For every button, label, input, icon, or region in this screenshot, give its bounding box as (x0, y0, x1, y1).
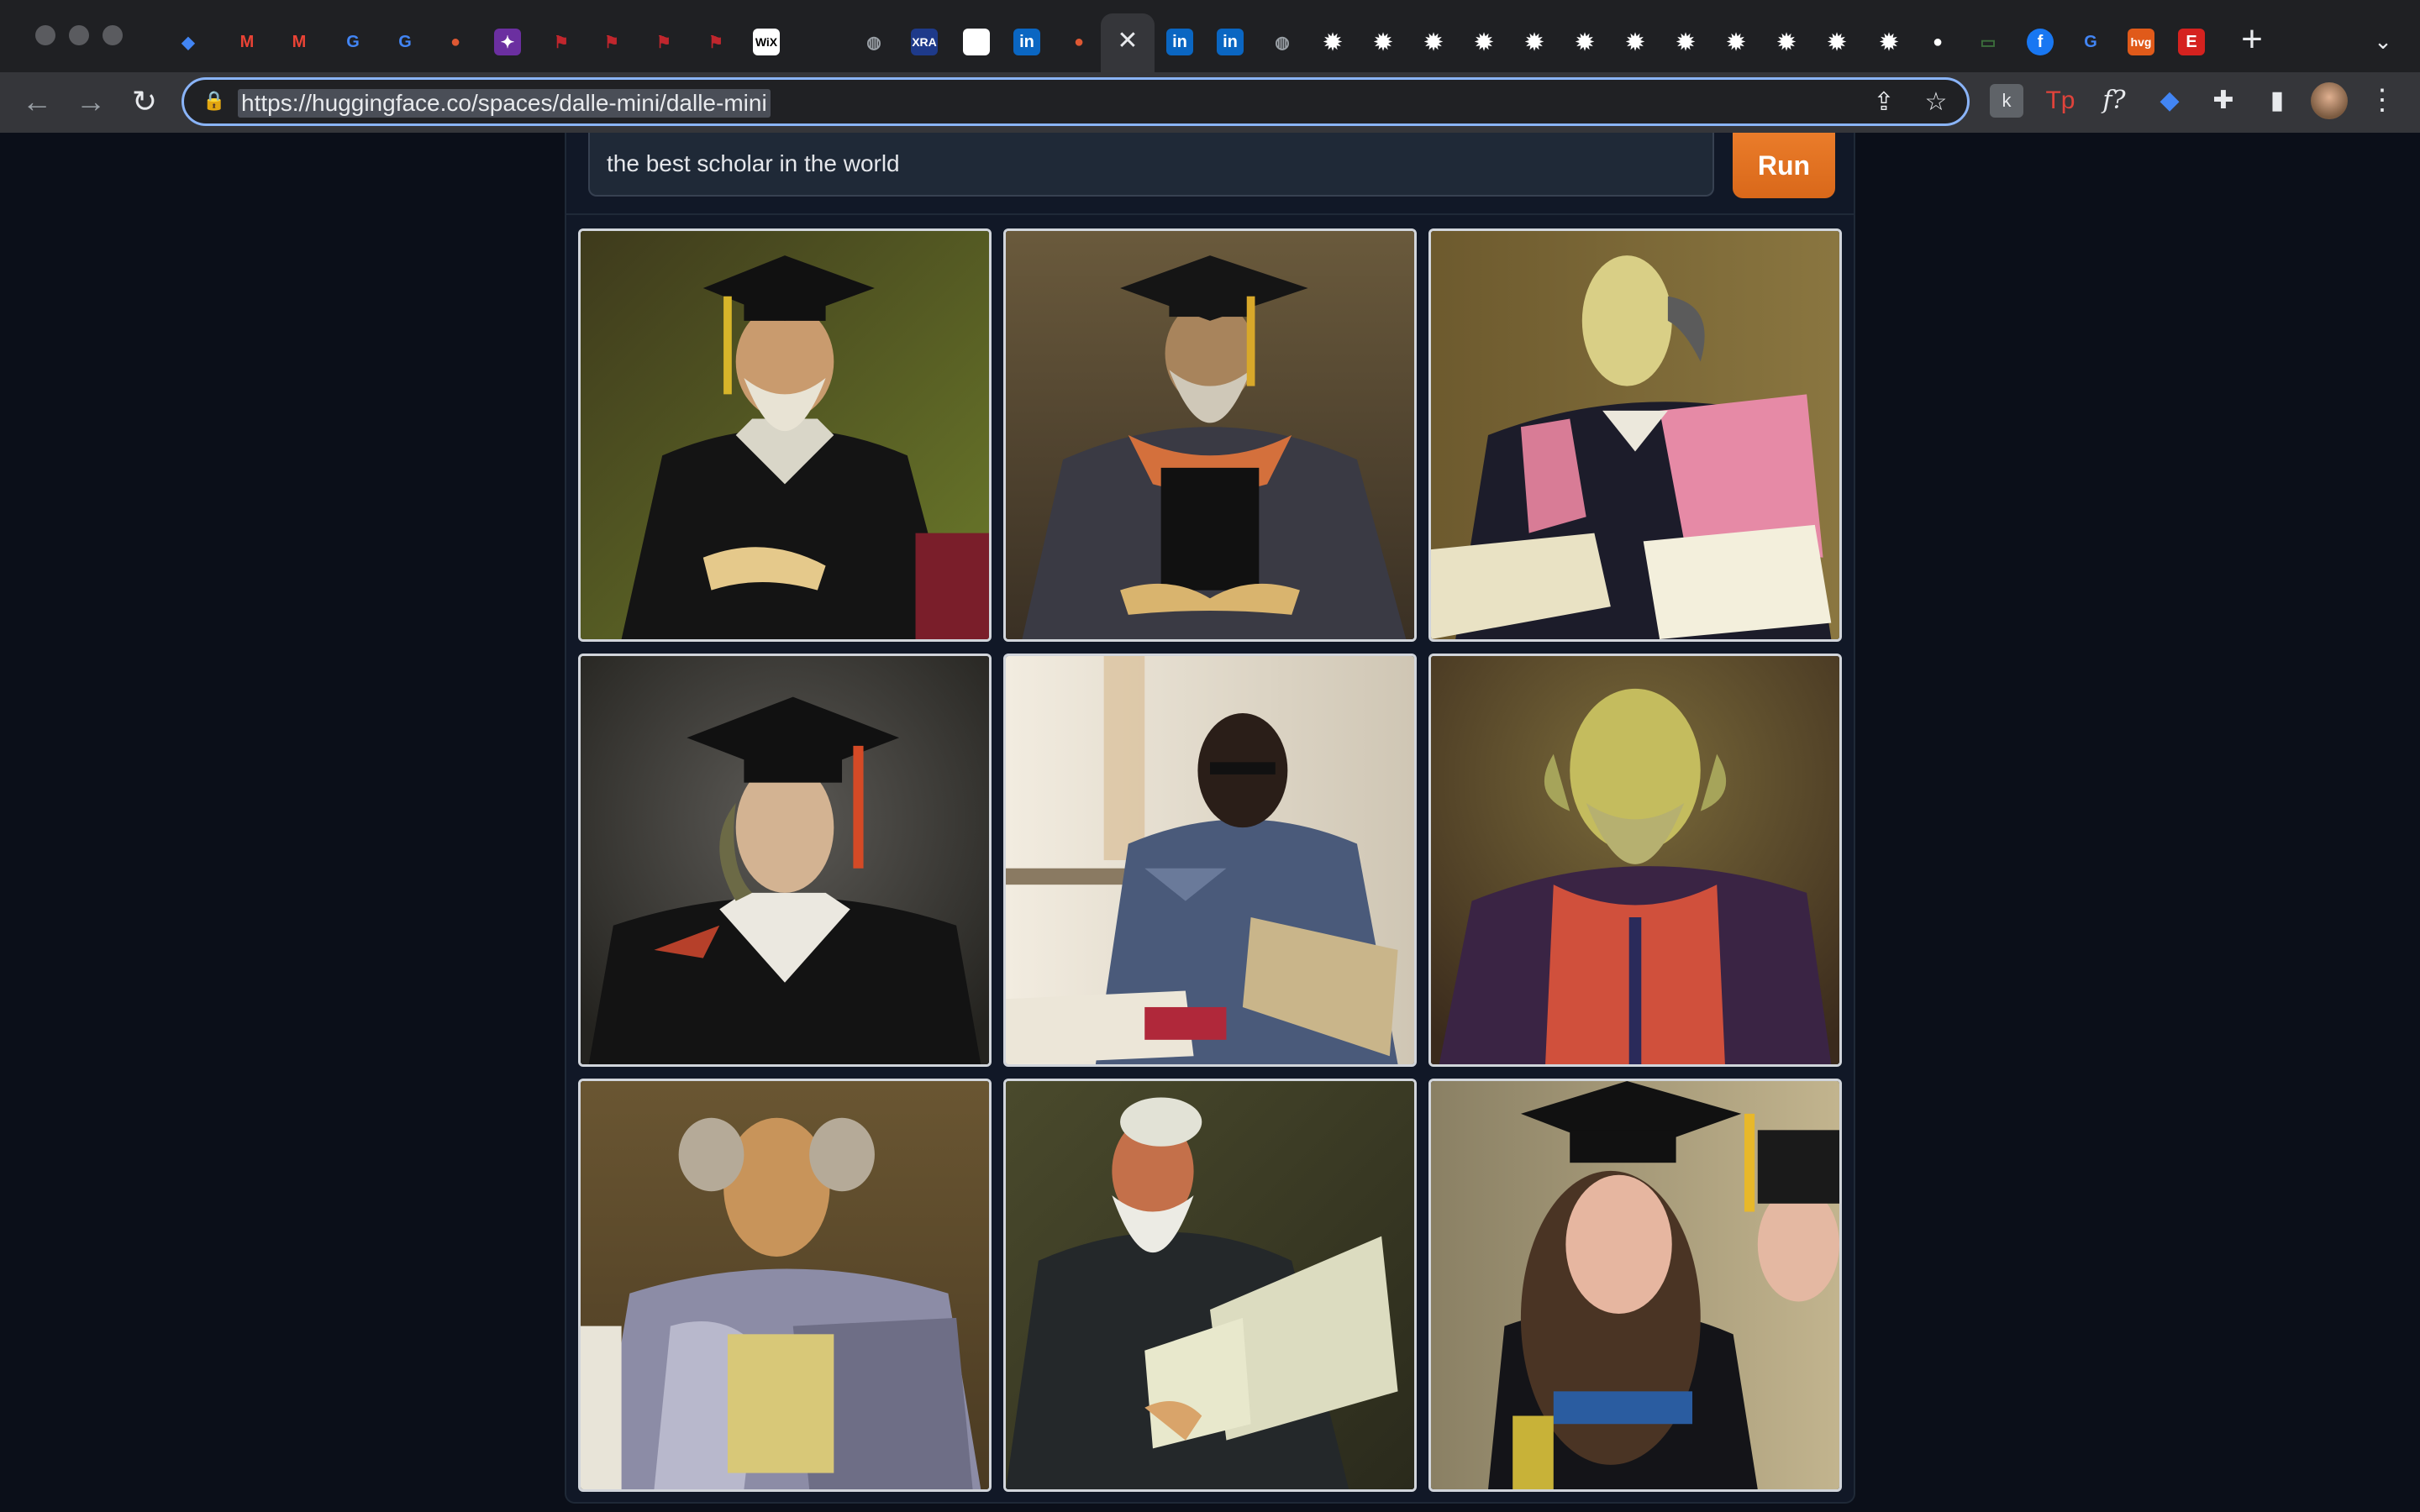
close-tab-icon[interactable]: ✕ (1114, 29, 1141, 55)
maximize-window-button[interactable] (103, 25, 123, 45)
generated-image[interactable] (1003, 654, 1417, 1067)
forward-button[interactable]: → (71, 82, 111, 123)
generated-image-graphic (1006, 656, 1414, 1064)
k-extension-icon[interactable]: k (1990, 84, 2023, 118)
globe-icon[interactable]: ◍ (1269, 29, 1296, 55)
gear-icon[interactable]: ✹ (1420, 29, 1447, 55)
github-icon[interactable]: ● (1924, 29, 1951, 55)
red-pin-icon[interactable]: ⚑ (702, 29, 729, 55)
generated-image-graphic (1006, 231, 1414, 639)
generated-image-graphic (581, 231, 989, 639)
gear-icon[interactable]: ✹ (1319, 29, 1346, 55)
lock-icon[interactable]: 🔒 (203, 90, 225, 115)
generated-image-graphic (581, 1081, 989, 1489)
tab-strip: ◆ M M G G ● ✦ ⚑ ⚑ ⚑ ⚑ WiX ◍ XRA in ● in in ◍ ✹ ✹ ✹ ✹ ✹ ✹ ✹ ✹ ✹ ✹ ✹ ✹ ● ▭… (0, 0, 2420, 82)
tab-search-chevron-icon[interactable]: ⌄ (2370, 29, 2396, 55)
linkedin-icon[interactable]: in (1013, 29, 1040, 55)
back-button[interactable]: ← (17, 82, 57, 123)
red-pin-icon[interactable]: ⚑ (598, 29, 625, 55)
xra-icon[interactable]: XRA (911, 29, 938, 55)
gear-icon[interactable]: ✹ (1876, 29, 1902, 55)
red-pin-icon[interactable]: ⚑ (650, 29, 677, 55)
gear-icon[interactable]: ✹ (1521, 29, 1548, 55)
generated-image-graphic (1431, 656, 1839, 1064)
url-text[interactable]: https://huggingface.co/spaces/dalle-mini… (238, 89, 771, 118)
tp-extension-icon[interactable]: Tp (2044, 84, 2077, 118)
browser-menu-icon[interactable]: ⋮ (2368, 82, 2396, 119)
generated-image[interactable] (1003, 1079, 1417, 1492)
generated-image[interactable] (1428, 1079, 1842, 1492)
gear-icon[interactable]: ✹ (1773, 29, 1800, 55)
gear-icon[interactable]: ✹ (1470, 29, 1497, 55)
generated-image[interactable] (578, 1079, 992, 1492)
generated-image-graphic (1431, 231, 1839, 639)
generated-image[interactable] (1428, 228, 1842, 642)
facebook-icon[interactable]: f (2027, 29, 2054, 55)
google-icon[interactable]: G (339, 29, 366, 55)
gem-extension-icon[interactable]: ◆ (2153, 84, 2186, 118)
generated-image[interactable] (578, 228, 992, 642)
globe-icon[interactable]: ◍ (860, 29, 887, 55)
duckduckgo-icon[interactable]: ● (442, 29, 469, 55)
address-bar[interactable]: 🔒 https://huggingface.co/spaces/dalle-mi… (182, 77, 1970, 126)
generated-image-graphic (581, 656, 989, 1064)
run-button[interactable]: Run (1733, 133, 1835, 198)
purple-app-icon[interactable]: ✦ (494, 29, 521, 55)
minimize-window-button[interactable] (69, 25, 89, 45)
close-window-button[interactable] (35, 25, 55, 45)
generated-image-graphic (1006, 1081, 1414, 1489)
gmail-icon[interactable]: M (234, 29, 260, 55)
puzzle-icon[interactable]: ✚ (2207, 84, 2240, 118)
green-app-icon[interactable]: ▭ (1975, 29, 2002, 55)
google-icon[interactable]: G (2077, 29, 2104, 55)
hvg-icon[interactable]: hvg (2128, 29, 2154, 55)
bookmark-star-icon[interactable]: ☆ (1922, 88, 1950, 117)
linkedin-icon[interactable]: in (1166, 29, 1193, 55)
divider (566, 213, 1854, 215)
google-icon[interactable]: G (392, 29, 418, 55)
gear-icon[interactable]: ✹ (1672, 29, 1699, 55)
red-pin-icon[interactable]: ⚑ (548, 29, 575, 55)
prompt-input[interactable] (588, 133, 1714, 197)
dalle-mini-panel: Run (565, 133, 1855, 1504)
linkedin-icon[interactable]: in (1217, 29, 1244, 55)
share-icon[interactable]: ⇪ (1870, 88, 1898, 117)
generated-image[interactable] (1428, 654, 1842, 1067)
blank-page-icon[interactable] (963, 29, 990, 55)
gmail-icon[interactable]: M (286, 29, 313, 55)
profile-avatar[interactable] (2311, 82, 2348, 119)
generated-image-gallery (578, 228, 1844, 1492)
gear-icon[interactable]: ✹ (1370, 29, 1397, 55)
etsy-icon[interactable]: E (2178, 29, 2205, 55)
fx-extension-icon[interactable]: f? (2097, 84, 2131, 118)
gear-icon[interactable]: ✹ (1723, 29, 1749, 55)
reload-button[interactable]: ↻ (124, 82, 165, 123)
new-tab-button[interactable]: + (2235, 21, 2269, 58)
generated-image[interactable] (578, 654, 992, 1067)
generated-image[interactable] (1003, 228, 1417, 642)
generated-image-graphic (1431, 1081, 1839, 1489)
gear-icon[interactable]: ✹ (1823, 29, 1850, 55)
gem-icon[interactable]: ◆ (175, 29, 202, 55)
side-panel-icon[interactable]: ▮ (2260, 84, 2294, 118)
page-viewport: Run (0, 133, 2420, 1512)
duckduckgo-icon[interactable]: ● (1065, 29, 1092, 55)
gear-icon[interactable]: ✹ (1571, 29, 1598, 55)
gear-icon[interactable]: ✹ (1622, 29, 1649, 55)
wix-icon[interactable]: WiX (753, 29, 780, 55)
